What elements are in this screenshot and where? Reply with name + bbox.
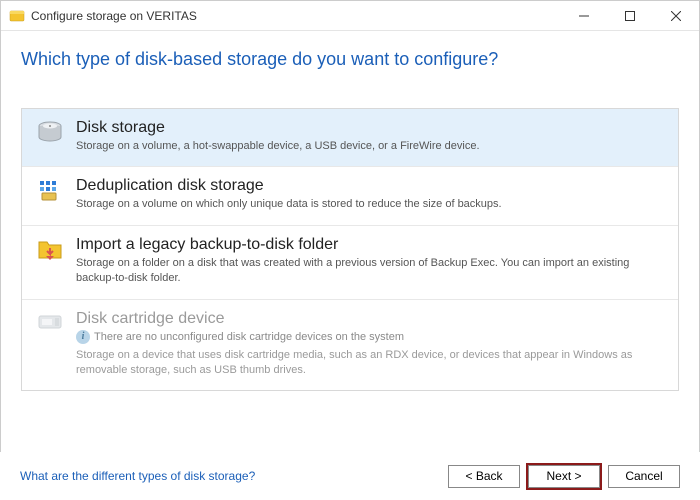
option-import-legacy[interactable]: Import a legacy backup-to-disk folder St… [22,226,678,300]
option-disk-cartridge: Disk cartridge device i There are no unc… [22,300,678,391]
window-controls [561,1,699,31]
option-desc: Storage on a volume on which only unique… [76,197,664,212]
close-button[interactable] [653,1,699,31]
option-info-text: There are no unconfigured disk cartridge… [94,331,404,343]
option-title: Disk cartridge device [76,310,664,328]
option-desc: Storage on a volume, a hot-swappable dev… [76,139,664,154]
option-desc: Storage on a device that uses disk cartr… [76,348,664,379]
option-info-row: i There are no unconfigured disk cartrid… [76,330,664,344]
cartridge-icon [36,310,64,338]
content-area: Which type of disk-based storage do you … [1,31,699,391]
disk-icon [36,119,64,147]
footer: What are the different types of disk sto… [0,452,700,500]
option-title: Disk storage [76,119,664,137]
option-deduplication[interactable]: Deduplication disk storage Storage on a … [22,167,678,225]
folder-import-icon [36,236,64,264]
help-link[interactable]: What are the different types of disk sto… [20,469,255,483]
minimize-button[interactable] [561,1,607,31]
next-button[interactable]: Next > [528,465,600,488]
page-title: Which type of disk-based storage do you … [21,49,679,70]
info-icon: i [76,330,90,344]
app-icon [9,8,25,24]
window-title: Configure storage on VERITAS [31,9,197,23]
option-disk-storage[interactable]: Disk storage Storage on a volume, a hot-… [22,109,678,167]
option-desc: Storage on a folder on a disk that was c… [76,256,664,287]
cancel-button[interactable]: Cancel [608,465,680,488]
titlebar: Configure storage on VERITAS [1,1,699,31]
dedup-icon [36,177,64,205]
back-button[interactable]: < Back [448,465,520,488]
options-list: Disk storage Storage on a volume, a hot-… [21,108,679,391]
option-title: Import a legacy backup-to-disk folder [76,236,664,254]
maximize-button[interactable] [607,1,653,31]
option-title: Deduplication disk storage [76,177,664,195]
